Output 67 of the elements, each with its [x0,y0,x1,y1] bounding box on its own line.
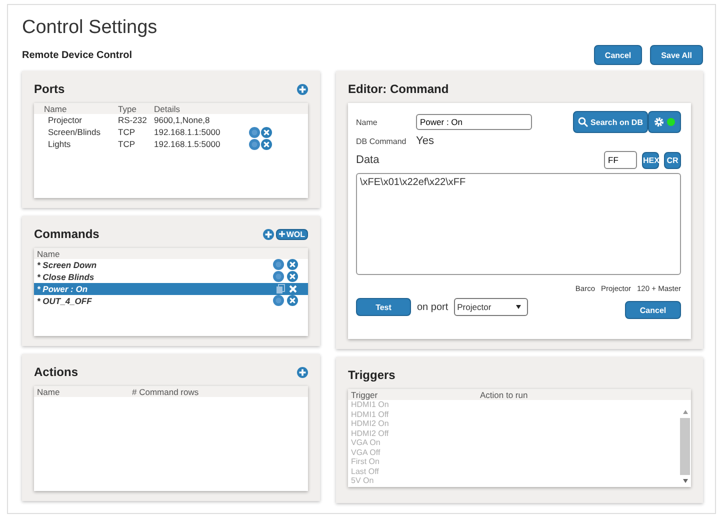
scroll-up-icon [682,410,688,414]
command-item[interactable]: * Close Blinds [34,271,308,282]
column-header: Action to run [480,390,528,400]
command-item[interactable]: * OUT_4_OFF [34,295,308,306]
caret-icon [516,305,522,309]
panel-title: Editor: Command [348,82,449,96]
panel-title: Ports [34,82,65,96]
gear-icon [654,117,664,127]
column-header: Name [37,386,61,396]
add-icon[interactable] [297,366,308,378]
plus-icon [279,231,286,237]
port-dropdown[interactable]: Projector [454,298,528,316]
cr-button[interactable]: CR [664,152,681,168]
wol-button[interactable]: WOL [276,228,308,240]
column-header: Type [118,104,138,114]
edit-icon[interactable] [273,259,284,270]
delete-icon[interactable] [287,271,298,282]
field-label: Data [356,154,380,166]
field-label: Name [356,118,378,126]
hex-button[interactable]: HEX [642,152,659,168]
test-button[interactable]: Test [356,298,411,316]
panel-title: Actions [34,365,78,379]
delete-icon[interactable] [287,295,298,306]
column-header: # Command rows [132,386,199,396]
column-header: Name [44,104,68,114]
page-title: Control Settings [22,17,158,39]
settings-button[interactable] [648,111,681,133]
table-cell-text: Lights [48,139,72,149]
field-value: Yes [416,135,434,147]
field-label: on port [417,302,448,312]
table-cell-text: 9600,1,None,8 [154,115,211,125]
data-field[interactable]: \xFE\x01\x22ef\x22\xFF [356,173,681,275]
edit-icon[interactable] [249,126,260,138]
panel-title: Commands [34,227,100,241]
delete-icon[interactable] [287,259,298,270]
suffix-field[interactable]: FF [604,151,637,169]
table-cell-text: 192.168.1.5:5000 [154,139,222,149]
table-cell-text: TCP [118,127,136,137]
field-label: DB Command [356,136,408,146]
scroll-down-icon [682,478,688,482]
add-icon[interactable] [263,228,274,240]
panel-title: Triggers [348,368,396,382]
delete-icon[interactable] [261,126,272,138]
column-header: Name [37,248,60,258]
search-icon [578,117,588,127]
table-cell-text: Screen/Blinds [48,127,102,137]
edit-icon[interactable] [273,295,284,306]
command-item[interactable]: * Power : On [34,283,308,294]
add-icon[interactable] [297,84,308,94]
edit-icon[interactable] [273,271,284,282]
cancel-button[interactable]: Cancel [625,301,681,319]
delete-icon[interactable] [261,138,272,150]
column-header: Details [154,104,181,114]
table-cell-text: RS-232 [118,115,148,125]
table-cell-text: Projector [48,115,84,125]
save-all-button[interactable]: Save All [650,45,703,65]
cancel-button[interactable]: Cancel [594,45,642,65]
edit-icon[interactable] [249,138,260,150]
section-title: Remote Device Control [22,50,132,60]
name-field[interactable]: Power : On [416,114,532,130]
search-button[interactable]: Search on DB [572,111,648,133]
command-item[interactable]: * Screen Down [34,259,308,270]
close-icon[interactable] [288,284,298,294]
copy-icon[interactable] [276,284,285,294]
table-cell-text: TCP [118,139,136,149]
table-cell-text: 192.168.1.1:5000 [154,127,222,137]
column-header: Trigger [351,390,378,400]
